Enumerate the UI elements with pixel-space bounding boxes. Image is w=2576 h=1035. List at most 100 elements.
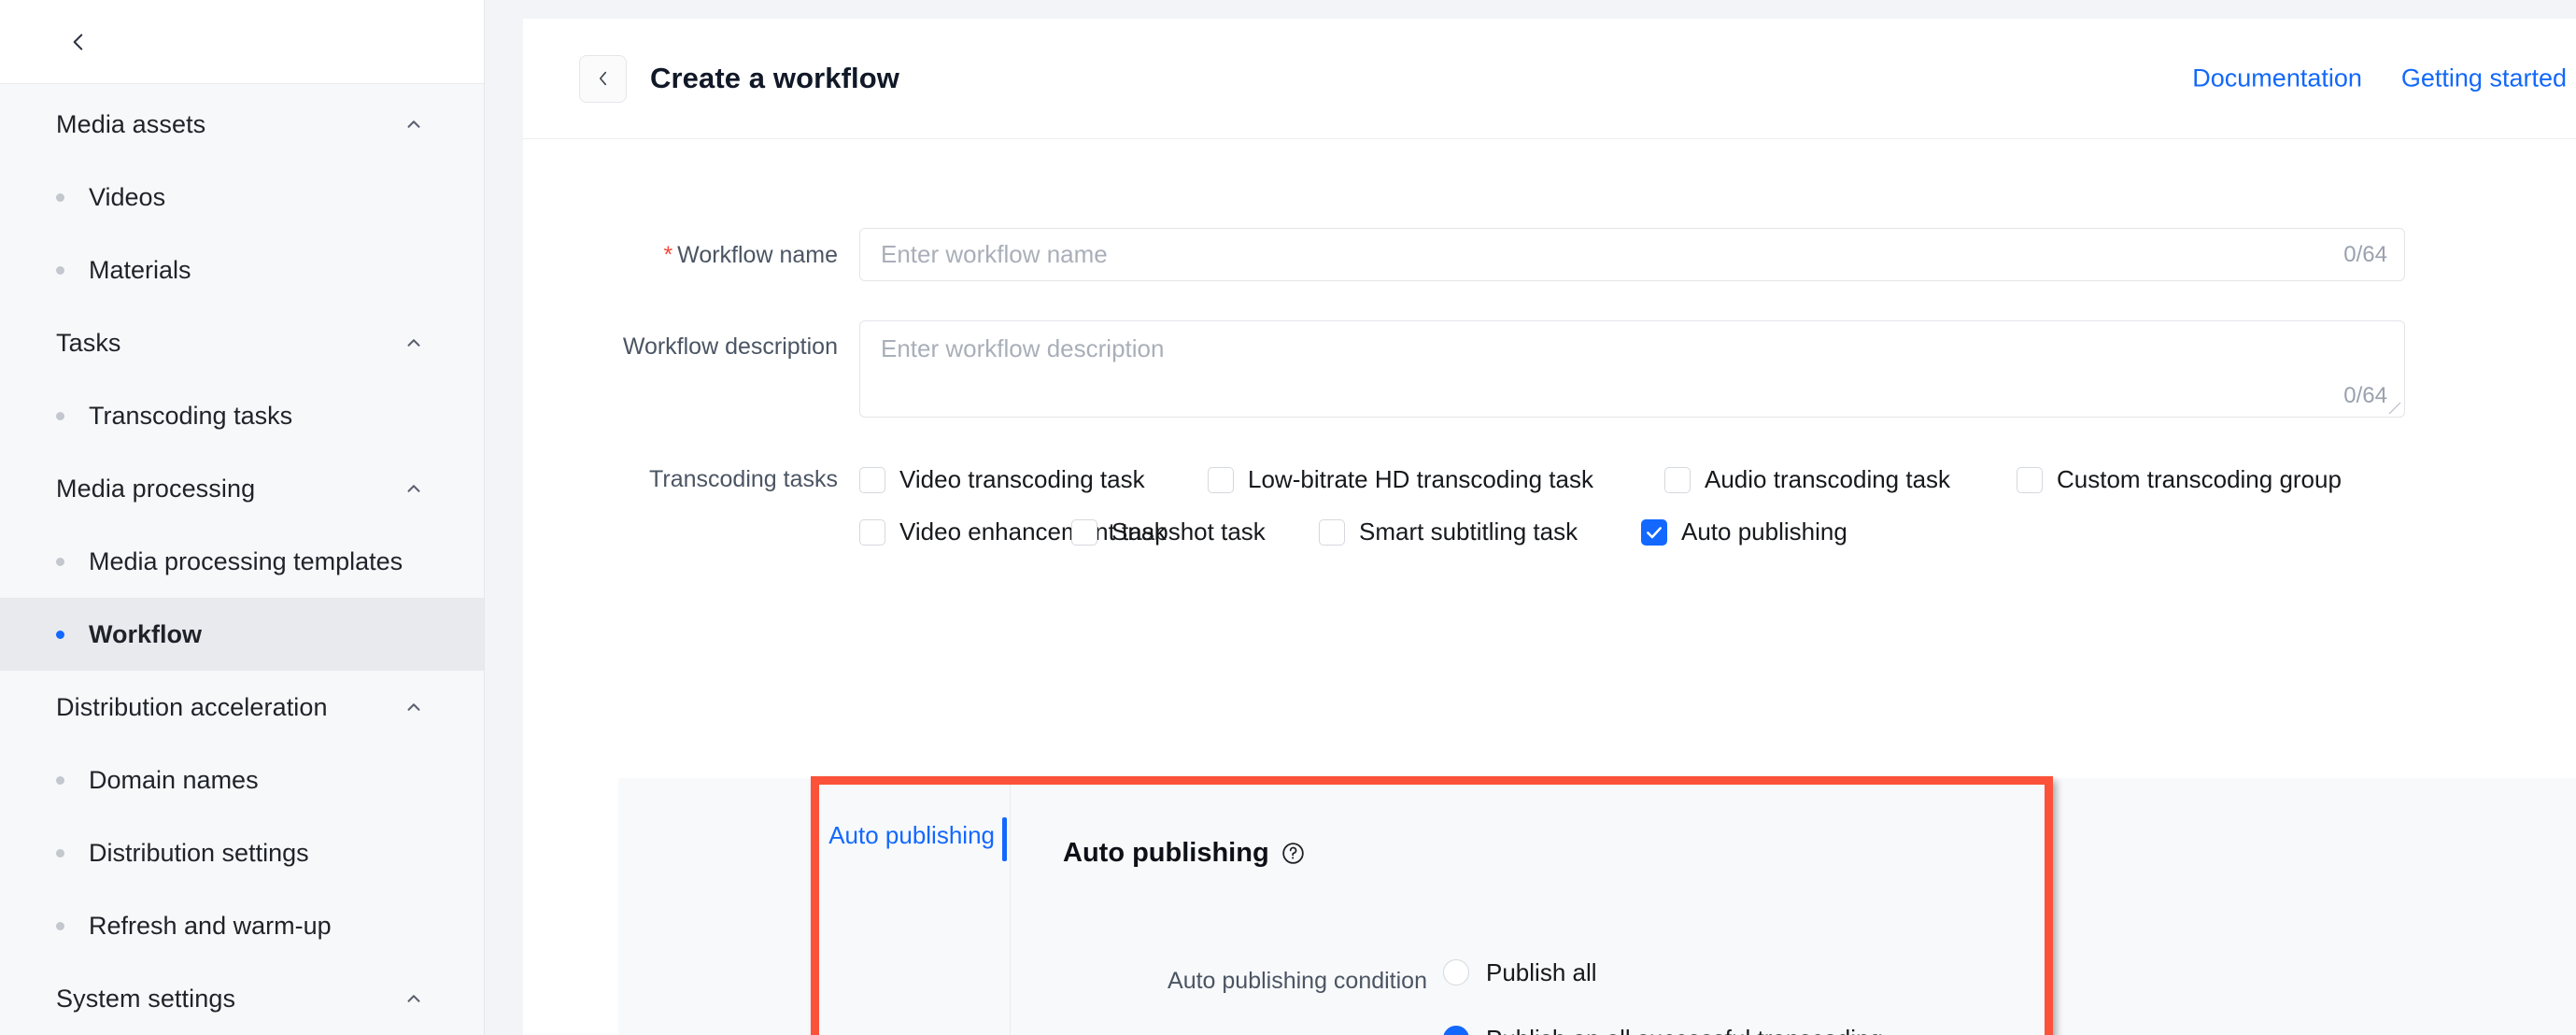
workflow-name-input-wrap: 0/64 [859,228,2405,281]
sidebar-item-label: Domain names [89,765,259,794]
checkbox-label: Audio transcoding task [1705,465,1951,493]
checkbox-box-icon [1664,466,1691,493]
radio-publish-on-all-successful-transcoding[interactable]: Publish on all successful transcoding [1443,1022,1898,1035]
workflow-name-input[interactable] [860,229,2404,280]
sidebar-group-label: Media processing [56,474,256,503]
sidebar-group-label: System settings [56,984,236,1013]
bullet-icon [56,921,64,930]
checkbox-label: Custom transcoding group [2057,465,2342,493]
sidebar-item-domain-names[interactable]: Domain names [0,744,484,816]
workflow-description-label: Workflow description [622,333,838,360]
bullet-icon [56,630,64,639]
question-circle-icon[interactable] [1281,841,1306,866]
bullet-icon [56,557,64,566]
radio-publish-all[interactable]: Publish all [1443,956,1898,989]
sidebar: Media assets Videos Materials Tasks Tran… [0,0,485,1035]
tab-active-indicator [1002,817,1007,861]
transcoding-tasks-label: Transcoding tasks [649,466,838,492]
sidebar-item-label: Distribution settings [89,838,309,867]
page-header: Create a workflow Documentation Getting … [523,19,2576,139]
sidebar-item-label: Media processing templates [89,546,403,575]
back-button[interactable] [579,54,627,103]
transcoding-tasks-checkbox-group-1: Video transcoding task Low-bitrate HD tr… [859,465,2342,494]
sidebar-item-label: Transcoding tasks [89,401,293,430]
radio-circle-icon [1443,959,1469,985]
chevron-up-icon[interactable] [403,697,424,717]
workflow-name-label: * Workflow name [523,228,859,267]
sidebar-item-label: Workflow [89,619,202,648]
checkbox-label: Snapshot task [1111,518,1266,546]
workflow-description-input-wrap: 0/64 [859,320,2405,418]
checkbox-box-icon [1319,518,1345,546]
sidebar-item-materials[interactable]: Materials [0,234,484,306]
checkbox-label: Video transcoding task [899,465,1145,493]
auto-publishing-content: Auto publishing Auto publishing conditio… [1012,785,2045,1035]
page-title: Create a workflow [650,62,900,94]
auto-publishing-condition-radio-group: Publish all Publish on all successful tr… [1443,956,1898,1035]
checkbox-video-enhancement-task[interactable]: Video enhancement task [859,518,1167,546]
sidebar-group-distribution-acceleration[interactable]: Distribution acceleration [0,671,484,744]
transcoding-tasks-checkbox-group-2: Video enhancement task Snapshot task Sma… [859,518,1847,546]
checkbox-box-icon [2017,466,2043,493]
main-panel: Create a workflow Documentation Getting … [523,19,2576,1035]
sidebar-group-media-assets[interactable]: Media assets [0,88,484,161]
chevron-up-icon[interactable] [403,478,424,499]
checkbox-box-icon [859,466,885,493]
sidebar-item-videos[interactable]: Videos [0,161,484,234]
getting-started-link[interactable]: Getting started [2401,64,2567,93]
sidebar-item-refresh-and-warm-up[interactable]: Refresh and warm-up [0,889,484,962]
workflow-name-label-text: Workflow name [677,242,838,268]
chevron-up-icon[interactable] [403,114,424,135]
sidebar-item-label: Refresh and warm-up [89,911,332,940]
bullet-icon [56,192,64,202]
sidebar-item-distribution-settings[interactable]: Distribution settings [0,816,484,889]
checkbox-box-icon [859,518,885,546]
chevron-left-icon [593,68,614,89]
sidebar-item-media-processing-templates[interactable]: Media processing templates [0,525,484,598]
radio-circle-icon [1443,1026,1469,1035]
workflow-name-row: *Workflow name 0/64 [523,228,2576,281]
sidebar-item-workflow[interactable]: Workflow [0,598,484,671]
checkbox-auto-publishing[interactable]: Auto publishing [1641,518,1847,546]
sidebar-collapse-button[interactable] [58,21,99,63]
bullet-icon [56,265,64,275]
app-root: Media assets Videos Materials Tasks Tran… [0,0,2576,1035]
chevron-up-icon[interactable] [403,333,424,353]
tab-auto-publishing[interactable]: Auto publishing [819,821,1011,850]
bullet-icon [56,411,64,420]
sidebar-nav-list: Media assets Videos Materials Tasks Tran… [0,84,484,1035]
chevron-left-icon [66,30,91,54]
bullet-icon [56,848,64,858]
sidebar-item-label: Videos [89,182,166,211]
checkbox-box-icon [1071,518,1097,546]
sidebar-item-transcoding-tasks[interactable]: Transcoding tasks [0,379,484,452]
checkbox-audio-transcoding-task[interactable]: Audio transcoding task [1664,465,2017,494]
checkbox-low-bitrate-hd-transcoding-task[interactable]: Low-bitrate HD transcoding task [1208,465,1664,494]
workflow-form: *Workflow name 0/64 Workflow description… [523,139,2576,1035]
checkbox-custom-transcoding-group[interactable]: Custom transcoding group [2017,465,2342,494]
sidebar-group-label: Media assets [56,109,206,138]
chevron-up-icon[interactable] [403,988,424,1009]
sidebar-group-system-settings[interactable]: System settings [0,962,484,1035]
documentation-link[interactable]: Documentation [2192,64,2362,93]
radio-label: Publish on all successful transcoding [1486,1025,1883,1035]
auto-publishing-heading-text: Auto publishing [1063,838,1269,868]
radio-label: Publish all [1486,957,1597,986]
bullet-icon [56,775,64,785]
auto-publishing-tab-column: Auto publishing [819,785,1011,1035]
transcoding-tasks-row-2: Video enhancement task Snapshot task Sma… [523,518,2576,546]
checkbox-video-transcoding-task[interactable]: Video transcoding task [859,465,1208,494]
checkbox-box-icon [1208,466,1234,493]
sidebar-group-tasks[interactable]: Tasks [0,306,484,379]
auto-publishing-highlight-box: Auto publishing Auto publishing Auto pub… [811,776,2053,1035]
checkbox-label: Smart subtitling task [1359,518,1578,546]
required-asterisk: * [663,242,673,268]
auto-publishing-heading: Auto publishing [1063,838,1306,869]
workflow-description-textarea[interactable] [860,321,2404,417]
checkbox-label: Auto publishing [1681,518,1847,546]
sidebar-group-label: Distribution acceleration [56,692,328,721]
checkbox-snapshot-task[interactable]: Snapshot task [1071,518,1319,546]
checkbox-smart-subtitling-task[interactable]: Smart subtitling task [1319,518,1641,546]
workflow-description-row: Workflow description 0/64 [523,320,2576,418]
sidebar-group-media-processing[interactable]: Media processing [0,452,484,525]
